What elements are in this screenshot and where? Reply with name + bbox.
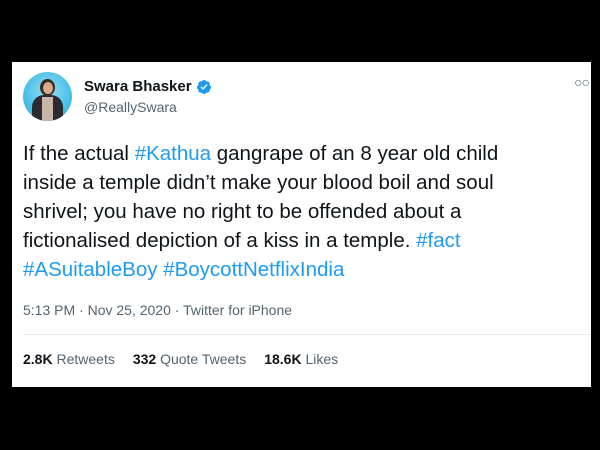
tweet-time[interactable]: 5:13 PM: [23, 302, 75, 318]
likes-stat[interactable]: 18.6K Likes: [264, 351, 338, 367]
quote-tweets-count: 332: [132, 351, 157, 367]
meta-separator-1: ·: [75, 302, 88, 318]
avatar[interactable]: [23, 72, 72, 121]
avatar-figure-face: [43, 82, 53, 94]
hashtag-link[interactable]: #fact: [416, 229, 460, 252]
divider: [23, 334, 591, 335]
tweet-text-line: fictionalised depiction of a kiss in a t…: [23, 226, 583, 255]
author-handle[interactable]: @ReallySwara: [84, 99, 177, 115]
tweet-text-line: inside a temple didn’t make your blood b…: [23, 168, 583, 197]
tweet-header: Swara Bhasker @ReallySwara ○○: [23, 72, 590, 124]
hashtag-link[interactable]: #BoycottNetflixIndia: [163, 258, 344, 281]
likes-label: Likes: [305, 351, 339, 367]
tweet-text-segment: fictionalised depiction of a kiss in a t…: [23, 229, 417, 252]
meta-separator-2: ·: [170, 302, 184, 318]
hashtag-link[interactable]: #ASuitableBoy: [23, 258, 157, 281]
retweets-label: Retweets: [56, 351, 115, 367]
tweet-source[interactable]: Twitter for iPhone: [183, 302, 292, 318]
tweet-stats: 2.8K Retweets 332 Quote Tweets 18.6K Lik…: [23, 351, 338, 367]
tweet-text-segment: gangrape of an 8 year old child: [211, 142, 499, 165]
quote-tweets-label: Quote Tweets: [160, 351, 247, 367]
author-display-name[interactable]: Swara Bhasker: [84, 78, 192, 95]
author-name-row: Swara Bhasker: [84, 78, 212, 95]
tweet-text-line: #ASuitableBoy #BoycottNetflixIndia: [23, 255, 583, 284]
tweet-text-line: If the actual #Kathua gangrape of an 8 y…: [23, 139, 583, 168]
quote-tweets-stat[interactable]: 332 Quote Tweets: [133, 351, 246, 367]
tweet-date[interactable]: Nov 25, 2020: [88, 302, 171, 318]
tweet-text-segment: shrivel; you have no right to be offende…: [23, 200, 462, 223]
more-options-icon[interactable]: ○○: [574, 74, 590, 90]
verified-badge-icon: [196, 79, 211, 94]
likes-count: 18.6K: [264, 351, 302, 367]
tweet-card: Swara Bhasker @ReallySwara ○○ If the act…: [12, 62, 591, 387]
retweets-stat[interactable]: 2.8K Retweets: [23, 351, 115, 367]
tweet-text-segment: inside a temple didn’t make your blood b…: [23, 171, 494, 194]
hashtag-link[interactable]: #Kathua: [135, 142, 211, 165]
tweet-text: If the actual #Kathua gangrape of an 8 y…: [23, 139, 583, 284]
avatar-figure-shirt: [42, 97, 53, 121]
tweet-text-line: shrivel; you have no right to be offende…: [23, 197, 583, 226]
tweet-text-segment: If the actual: [23, 142, 135, 165]
retweets-count: 2.8K: [23, 351, 53, 367]
tweet-metadata: 5:13 PM · Nov 25, 2020 · Twitter for iPh…: [23, 302, 292, 318]
